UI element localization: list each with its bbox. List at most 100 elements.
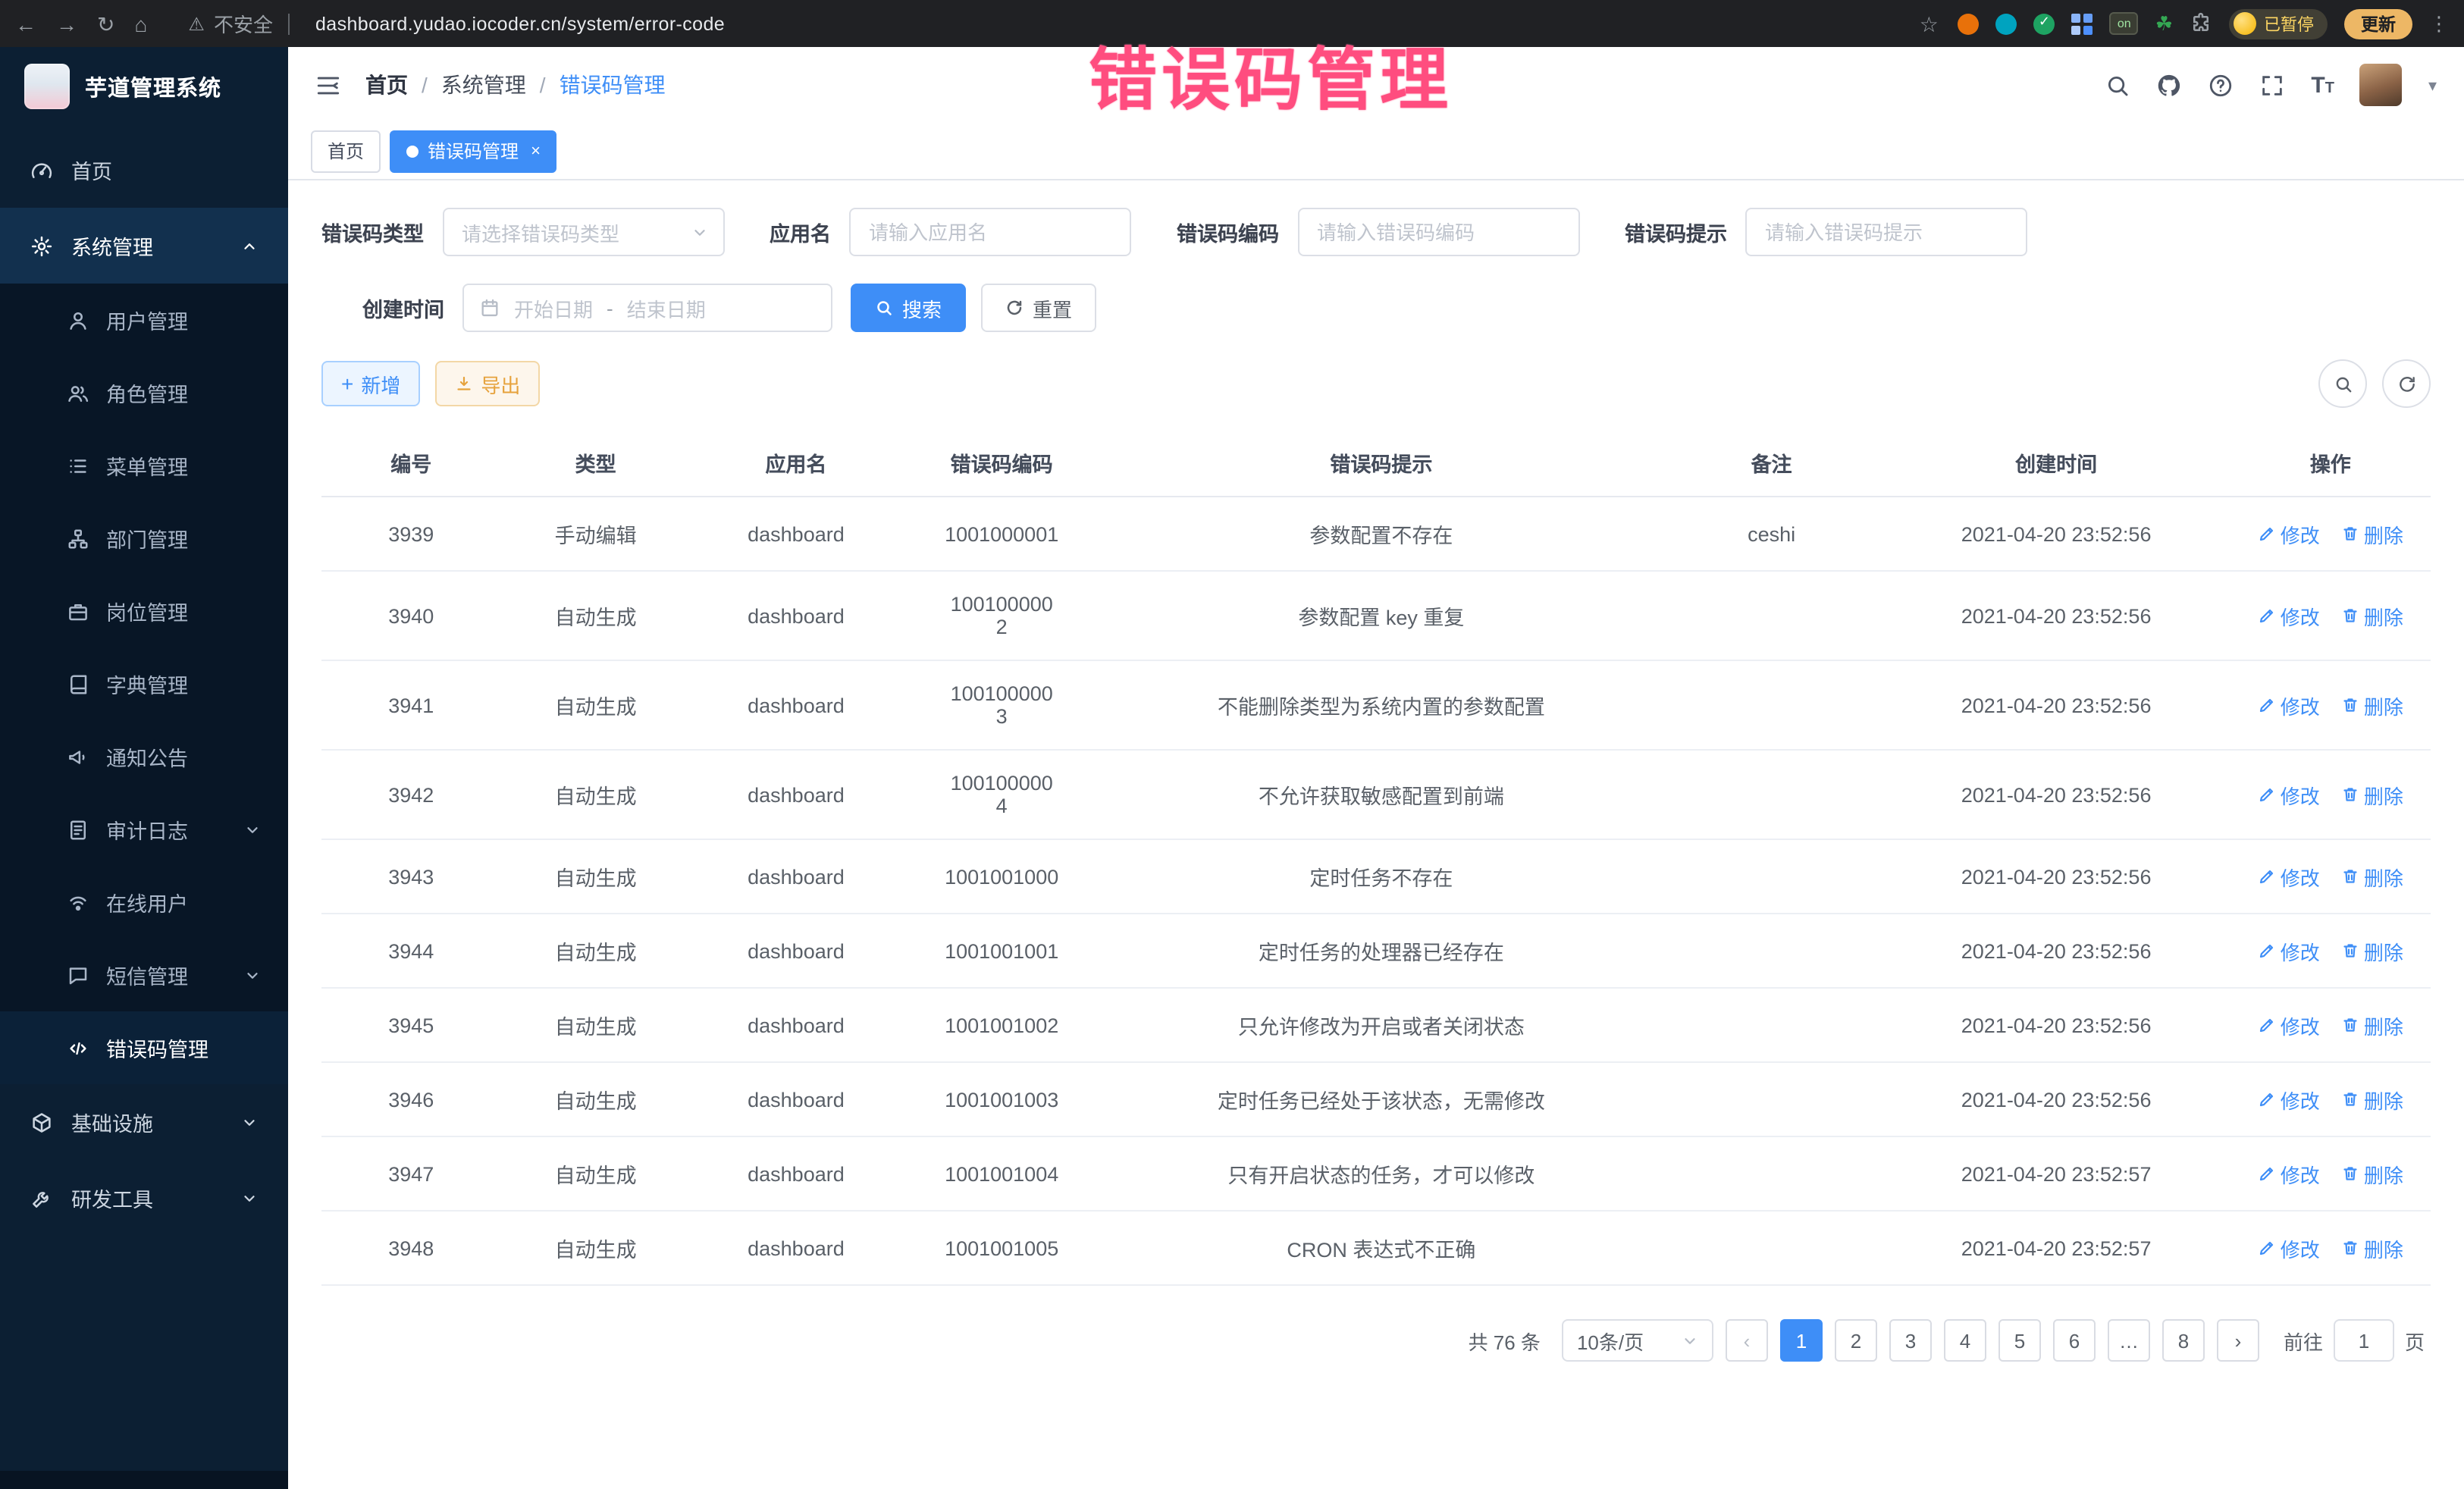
extension-leaf-icon[interactable]: ☘ — [2155, 11, 2173, 36]
extension-grid-icon[interactable] — [2072, 13, 2093, 34]
goto-page-input[interactable] — [2334, 1319, 2394, 1362]
user-avatar[interactable] — [2360, 64, 2403, 106]
date-range-picker[interactable]: 开始日期 - 结束日期 — [462, 284, 832, 332]
edit-link[interactable]: 修改 — [2258, 1085, 2320, 1114]
app-logo[interactable]: 芋道管理系统 — [0, 47, 288, 126]
table-body: 3939 手动编辑 dashboard 1001000001 参数配置不存在 c… — [321, 497, 2431, 1285]
calendar-icon — [479, 297, 500, 318]
toggle-search-button[interactable] — [2318, 359, 2367, 408]
github-icon[interactable] — [2156, 72, 2182, 98]
cell-ops: 修改 删除 — [2230, 839, 2431, 914]
sidebar-item-menu-management[interactable]: 菜单管理 — [0, 429, 288, 502]
app-name-input[interactable] — [849, 208, 1131, 256]
page-4-button[interactable]: 4 — [1944, 1319, 1986, 1362]
delete-link[interactable]: 删除 — [2341, 936, 2403, 965]
page-3-button[interactable]: 3 — [1889, 1319, 1932, 1362]
error-hint-input[interactable] — [1745, 208, 2027, 256]
refresh-icon — [1005, 299, 1024, 317]
cell-type: 自动生成 — [500, 1211, 690, 1285]
delete-link[interactable]: 删除 — [2341, 601, 2403, 630]
edit-link[interactable]: 修改 — [2258, 1011, 2320, 1039]
prev-page-button[interactable]: ‹ — [1726, 1319, 1768, 1362]
sidebar-group-infrastructure[interactable]: 基础设施 — [0, 1084, 288, 1160]
page-6-button[interactable]: 6 — [2053, 1319, 2096, 1362]
delete-link[interactable]: 删除 — [2341, 1011, 2403, 1039]
edit-link[interactable]: 修改 — [2258, 780, 2320, 809]
sidebar-item-post-management[interactable]: 岗位管理 — [0, 575, 288, 647]
sidebar-item-role-management[interactable]: 角色管理 — [0, 356, 288, 429]
edit-link[interactable]: 修改 — [2258, 1159, 2320, 1188]
edit-link[interactable]: 修改 — [2258, 1234, 2320, 1262]
refresh-icon[interactable]: ↻ — [97, 13, 114, 34]
reset-button[interactable]: 重置 — [981, 284, 1096, 332]
sidebar-item-sms-management[interactable]: 短信管理 — [0, 939, 288, 1011]
delete-link[interactable]: 删除 — [2341, 1159, 2403, 1188]
tab-close-icon[interactable]: × — [531, 142, 541, 160]
help-icon[interactable] — [2208, 72, 2234, 98]
edit-link[interactable]: 修改 — [2258, 862, 2320, 891]
tab-home[interactable]: 首页 — [311, 130, 381, 172]
refresh-table-button[interactable] — [2382, 359, 2431, 408]
sidebar-item-audit-log[interactable]: 审计日志 — [0, 793, 288, 866]
sidebar-item-error-code-management[interactable]: 错误码管理 — [0, 1011, 288, 1084]
sidebar-group-dev-tools[interactable]: 研发工具 — [0, 1160, 288, 1236]
edit-link[interactable]: 修改 — [2258, 691, 2320, 719]
sidebar-group-system[interactable]: 系统管理 — [0, 208, 288, 284]
table-row: 3946 自动生成 dashboard 1001001003 定时任务已经处于该… — [321, 1062, 2431, 1136]
cell-ops: 修改 删除 — [2230, 660, 2431, 750]
forward-icon[interactable]: → — [56, 13, 77, 34]
col-hint: 错误码提示 — [1102, 429, 1660, 497]
gear-icon — [30, 234, 53, 257]
error-type-select[interactable]: 请选择错误码类型 — [442, 208, 724, 256]
delete-link[interactable]: 删除 — [2341, 519, 2403, 548]
edit-link[interactable]: 修改 — [2258, 519, 2320, 548]
delete-link[interactable]: 删除 — [2341, 862, 2403, 891]
breadcrumb-home[interactable]: 首页 — [365, 70, 408, 100]
extension-green-icon[interactable] — [2034, 13, 2055, 34]
delete-link[interactable]: 删除 — [2341, 691, 2403, 719]
search-button[interactable]: 搜索 — [851, 284, 966, 332]
search-icon[interactable] — [2105, 72, 2130, 98]
font-size-icon[interactable]: TT — [2311, 74, 2334, 96]
profile-paused-badge[interactable]: 已暂停 — [2229, 8, 2328, 39]
sidebar-item-dept-management[interactable]: 部门管理 — [0, 502, 288, 575]
site-security[interactable]: ⚠ 不安全 — [188, 9, 296, 38]
sidebar-item-notice[interactable]: 通知公告 — [0, 720, 288, 793]
fullscreen-icon[interactable] — [2259, 72, 2285, 98]
extension-red-icon[interactable] — [1958, 13, 1980, 34]
error-code-input[interactable] — [1297, 208, 1579, 256]
page-ellipsis[interactable]: … — [2108, 1319, 2150, 1362]
add-button[interactable]: + 新增 — [321, 361, 420, 406]
breadcrumb-system[interactable]: 系统管理 — [441, 70, 526, 100]
edit-link[interactable]: 修改 — [2258, 601, 2320, 630]
bookmark-star-icon[interactable]: ☆ — [1920, 13, 1939, 34]
page-5-button[interactable]: 5 — [1998, 1319, 2041, 1362]
sidebar-item-home[interactable]: 首页 — [0, 132, 288, 208]
puzzle-icon[interactable] — [2190, 12, 2212, 35]
avatar-caret-icon[interactable]: ▾ — [2428, 75, 2437, 95]
export-button[interactable]: 导出 — [435, 361, 540, 406]
sidebar-footer-bar[interactable] — [0, 1471, 288, 1489]
sidebar-item-online-users[interactable]: 在线用户 — [0, 866, 288, 939]
delete-link[interactable]: 删除 — [2341, 1234, 2403, 1262]
next-page-button[interactable]: › — [2217, 1319, 2259, 1362]
tab-error-code-management[interactable]: 错误码管理 × — [390, 130, 557, 172]
back-icon[interactable]: ← — [15, 13, 36, 34]
sidebar-item-user-management[interactable]: 用户管理 — [0, 284, 288, 356]
cell-app: dashboard — [691, 571, 901, 660]
home-icon[interactable]: ⌂ — [134, 13, 147, 34]
address-bar[interactable]: dashboard.yudao.iocoder.cn/system/error-… — [315, 13, 725, 34]
extension-teal-icon[interactable] — [1996, 13, 2017, 34]
page-1-button[interactable]: 1 — [1780, 1319, 1823, 1362]
sidebar-fold-icon[interactable] — [315, 72, 341, 98]
page-size-select[interactable]: 10条/页 — [1562, 1319, 1713, 1362]
delete-link[interactable]: 删除 — [2341, 780, 2403, 809]
sidebar-item-dict-management[interactable]: 字典管理 — [0, 647, 288, 720]
page-8-button[interactable]: 8 — [2162, 1319, 2205, 1362]
extension-on-badge[interactable]: on — [2110, 12, 2139, 35]
delete-link[interactable]: 删除 — [2341, 1085, 2403, 1114]
browser-update-button[interactable]: 更新 — [2344, 8, 2412, 39]
page-2-button[interactable]: 2 — [1835, 1319, 1877, 1362]
edit-link[interactable]: 修改 — [2258, 936, 2320, 965]
browser-menu-icon[interactable]: ⋮ — [2429, 11, 2449, 36]
